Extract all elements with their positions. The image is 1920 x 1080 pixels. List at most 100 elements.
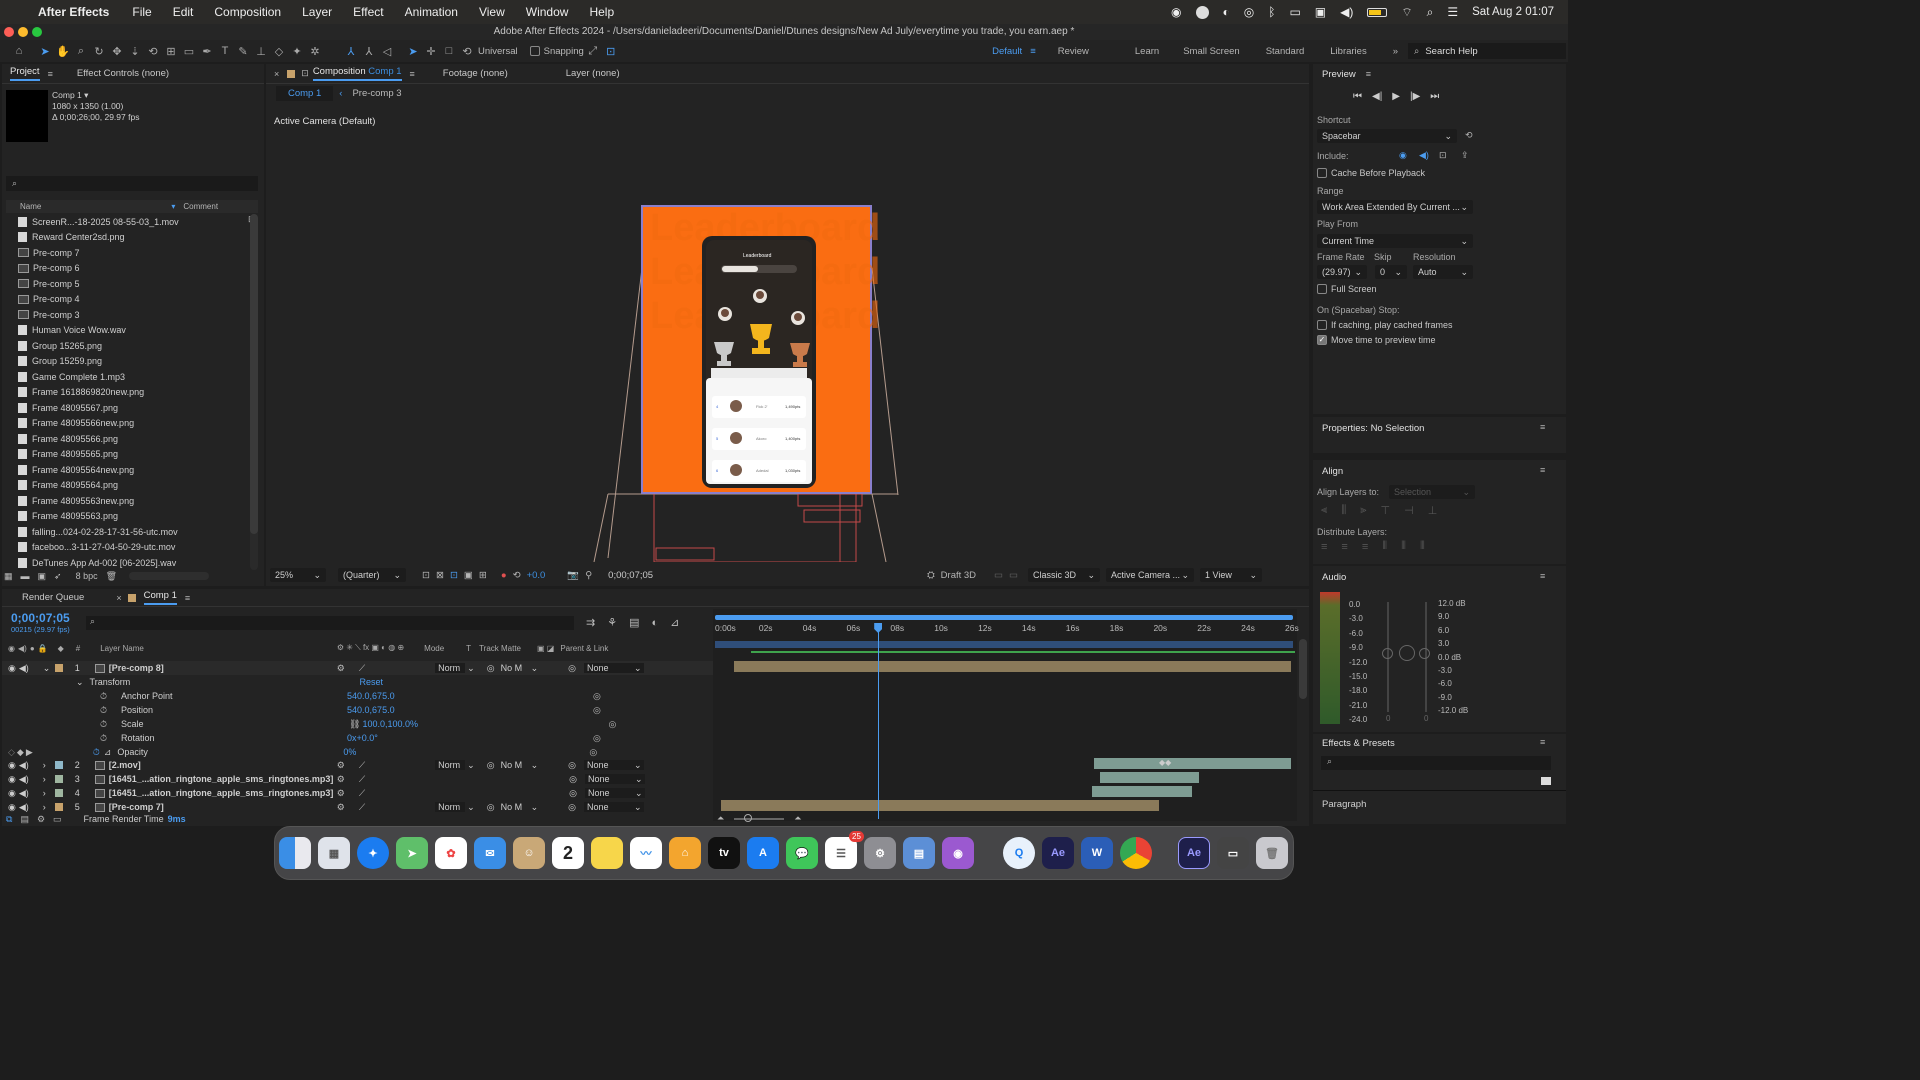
- expression-pickwhip-icon[interactable]: ◎: [593, 705, 601, 716]
- project-item[interactable]: Frame 48095566new.png: [2, 416, 248, 432]
- video-toggle-icon[interactable]: ◉: [8, 760, 16, 771]
- tab-render-queue[interactable]: Render Queue: [22, 592, 84, 603]
- audio-toggle-icon[interactable]: ◀): [19, 760, 29, 771]
- parent-pickwhip-icon[interactable]: ◎: [568, 663, 576, 674]
- viewer-timecode[interactable]: 0;00;07;05: [608, 570, 653, 581]
- display-icon[interactable]: ▣: [1315, 5, 1326, 19]
- label-color[interactable]: [54, 803, 63, 811]
- volume-icon[interactable]: ◀): [1340, 5, 1353, 19]
- distribute-bottom-icon[interactable]: ≡: [1362, 541, 1368, 553]
- audio-menu-icon[interactable]: ≡: [1540, 571, 1545, 581]
- roto-brush-icon[interactable]: ✦: [288, 43, 306, 59]
- last-frame-icon[interactable]: ⏭: [1430, 91, 1439, 102]
- property-value[interactable]: 540.0,675.0: [347, 691, 477, 701]
- region-of-interest-icon[interactable]: ▣: [464, 570, 473, 581]
- color-channel-icon[interactable]: ●: [501, 570, 507, 581]
- label-color[interactable]: [54, 664, 63, 672]
- after-effects-icon[interactable]: Ae: [1042, 837, 1074, 869]
- align-menu-icon[interactable]: ≡: [1540, 465, 1545, 475]
- orbit-tool-icon[interactable]: ↻: [90, 43, 108, 59]
- project-item[interactable]: Pre-comp 6: [2, 261, 248, 277]
- menu-animation[interactable]: Animation: [405, 5, 458, 19]
- mode-select[interactable]: Norm: [435, 802, 466, 812]
- project-item[interactable]: Pre-comp 7: [2, 245, 248, 261]
- matte-select[interactable]: No M: [501, 663, 531, 673]
- transform-group[interactable]: ⌄ Transform Reset: [2, 675, 714, 689]
- menu-help[interactable]: Help: [589, 5, 614, 19]
- add-keyframe-icon[interactable]: ◆: [17, 747, 24, 758]
- transform-property[interactable]: ⏱ Rotation 0x+0.0° ◎: [2, 731, 714, 745]
- timeline-search-input[interactable]: ⌕: [86, 616, 574, 630]
- transform-reset[interactable]: Reset: [360, 677, 384, 687]
- axis-world-icon[interactable]: ⅄: [360, 43, 378, 59]
- layer-row[interactable]: ◉ ◀) › 4 [16451_...ation_ringtone_apple_sms_…: [2, 786, 714, 800]
- quality-switch-icon[interactable]: ⟋: [359, 663, 365, 674]
- shy-switch-icon[interactable]: ⚙: [337, 802, 345, 813]
- reset-exposure-icon[interactable]: ⟲: [513, 570, 521, 581]
- property-value[interactable]: 540.0,675.0: [347, 705, 477, 715]
- workspace-learn[interactable]: Learn: [1135, 46, 1159, 57]
- project-item[interactable]: Pre-comp 5: [2, 276, 248, 292]
- app-menu[interactable]: After Effects: [38, 5, 109, 19]
- project-menu-icon[interactable]: ≡: [48, 69, 53, 79]
- mode-select[interactable]: Norm: [435, 760, 466, 770]
- maximize-window-icon[interactable]: [32, 27, 42, 37]
- layer-duration-bar[interactable]: [721, 800, 1160, 811]
- camera-select[interactable]: Active Camera ... ⌄: [1106, 568, 1195, 582]
- comp-canvas[interactable]: Leaderboard Leaderboard Leaderboard Lead…: [266, 128, 1309, 562]
- close-window-icon[interactable]: [4, 27, 14, 37]
- distribute-left-icon[interactable]: ⦀: [1382, 540, 1387, 553]
- aep-document-icon[interactable]: Ae: [1178, 837, 1210, 869]
- lock-icon[interactable]: [287, 69, 296, 78]
- tab-effect-controls[interactable]: Effect Controls (none): [77, 68, 169, 79]
- control-center-icon[interactable]: ☰: [1447, 5, 1458, 19]
- effects-search-input[interactable]: ⌕: [1321, 756, 1551, 770]
- switches-toggle-icon[interactable]: ⚙: [37, 814, 45, 825]
- col-trackmatte[interactable]: Track Matte: [479, 644, 521, 653]
- movetime-checkbox[interactable]: ✓: [1317, 335, 1327, 345]
- timeline-vertical-scrollbar[interactable]: [1299, 639, 1307, 699]
- matte-select[interactable]: No M: [501, 802, 531, 812]
- workspace-small-screen[interactable]: Small Screen: [1183, 46, 1240, 57]
- comp-tab-lock-icon[interactable]: ⊡: [301, 68, 309, 79]
- keyboard-icon[interactable]: ▭: [1289, 5, 1300, 19]
- tab-comp1[interactable]: Comp 1: [143, 590, 177, 605]
- selection-tool-icon[interactable]: ➤: [36, 43, 54, 59]
- bluetooth-icon[interactable]: ᛒ: [1268, 5, 1275, 19]
- select-mode-icon[interactable]: ➤: [404, 43, 422, 59]
- anchor-tool-icon[interactable]: ⊞: [162, 43, 180, 59]
- layer-name[interactable]: [2.mov]: [109, 760, 335, 770]
- property-value[interactable]: 0x+0.0°: [347, 733, 477, 743]
- stopwatch-icon[interactable]: ⏱: [100, 691, 107, 702]
- transform-property[interactable]: ⏱ Scale ⛓ 100.0,100.0% ◎: [2, 717, 714, 731]
- home-icon[interactable]: ⌂: [10, 43, 28, 59]
- preview-resolution-select[interactable]: Auto ⌄: [1413, 265, 1473, 279]
- new-comp-icon[interactable]: ▣: [38, 571, 47, 582]
- shy-switch-icon[interactable]: ⚙: [337, 760, 345, 771]
- stopwatch-icon[interactable]: ⏱: [93, 747, 100, 758]
- align-bottom-icon[interactable]: ⊥: [1428, 504, 1438, 517]
- audio-knob-right[interactable]: [1419, 648, 1430, 659]
- include-audio-icon[interactable]: ◀): [1419, 150, 1429, 161]
- axis-local-icon[interactable]: ⅄: [342, 43, 360, 59]
- transparency-grid-icon[interactable]: ⊠: [436, 570, 444, 581]
- property-value[interactable]: 100.0,100.0%: [362, 719, 492, 729]
- menu-edit[interactable]: Edit: [173, 5, 194, 19]
- label-color[interactable]: [54, 761, 63, 769]
- zoom-in-icon[interactable]: ⏶: [794, 813, 801, 824]
- menu-layer[interactable]: Layer: [302, 5, 332, 19]
- project-item[interactable]: Frame 48095567.png: [2, 400, 248, 416]
- zoom-slider[interactable]: [734, 813, 785, 822]
- fullscreen-label[interactable]: Full Screen: [1331, 284, 1377, 294]
- freeform-icon[interactable]: 〰: [630, 837, 662, 869]
- breadcrumb-precomp3[interactable]: Pre-comp 3: [352, 88, 401, 99]
- axis-view-icon[interactable]: ◁: [378, 43, 396, 59]
- grid-guides-icon[interactable]: ⊞: [479, 570, 487, 581]
- messages-icon[interactable]: 💬: [786, 837, 818, 869]
- first-frame-icon[interactable]: ⏮: [1353, 91, 1362, 102]
- views-select[interactable]: 1 View ⌄: [1200, 568, 1263, 582]
- video-toggle-icon[interactable]: ◉: [8, 774, 16, 785]
- shy-switch-icon[interactable]: ⚙: [337, 774, 345, 785]
- composition-menu-icon[interactable]: ≡: [410, 69, 415, 79]
- shy-switch-icon[interactable]: ⚙: [337, 788, 345, 799]
